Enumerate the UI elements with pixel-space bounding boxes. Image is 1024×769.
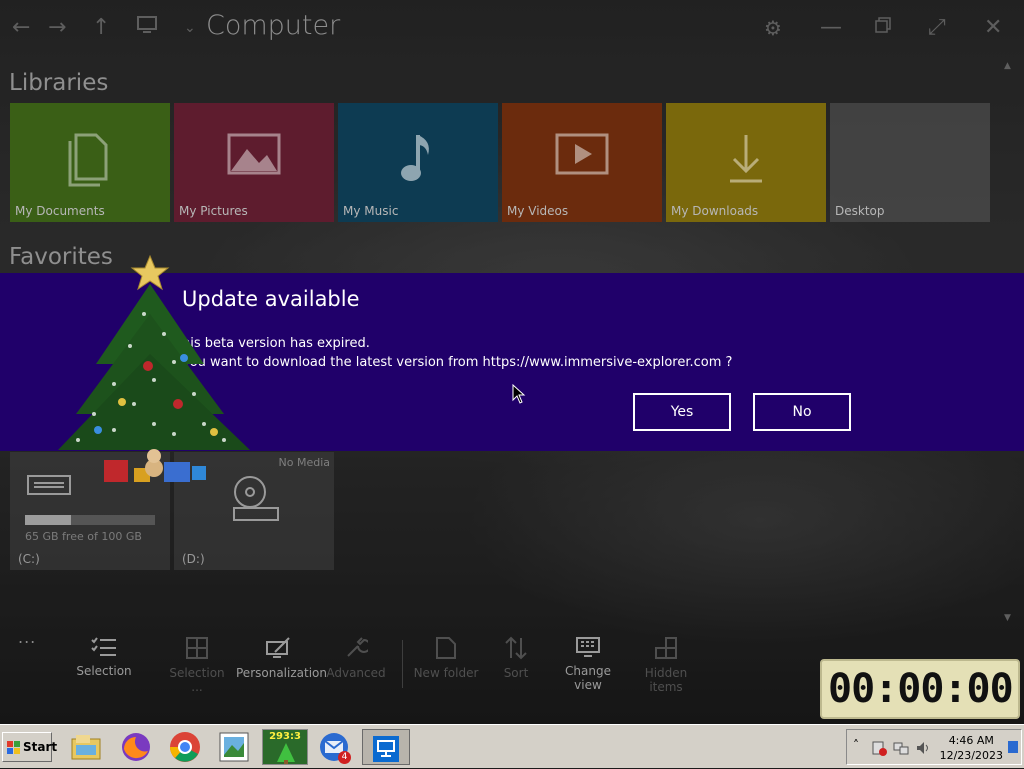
hidden-items-icon (655, 637, 677, 659)
library-tile-documents[interactable]: My Documents (10, 103, 170, 222)
volume-icon[interactable] (915, 740, 931, 756)
mouse-cursor-icon (512, 384, 526, 404)
toolbar-selection[interactable]: Selection (72, 636, 136, 678)
library-tile-pictures[interactable]: My Pictures (174, 103, 334, 222)
pictures-icon (227, 133, 281, 175)
downloads-icon (730, 135, 762, 183)
library-tile-videos[interactable]: My Videos (502, 103, 662, 222)
toolbar-label: New folder (413, 666, 479, 680)
christmas-tree-decoration (58, 254, 250, 482)
chevron-up-icon[interactable]: ˄ (853, 738, 859, 752)
thunderbird-icon[interactable]: 4 (316, 729, 352, 765)
taskbar-clock[interactable]: 4:46 AM 12/23/2023 (940, 733, 1003, 763)
forward-arrow-icon[interactable]: → (48, 14, 66, 42)
wrench-icon (347, 637, 368, 657)
toolbar-personalization[interactable]: Personalization (236, 636, 327, 680)
library-label: My Documents (15, 204, 105, 218)
system-tray: ˄ 4:46 AM 12/23/2023 (846, 729, 1022, 765)
restore-icon[interactable] (874, 14, 892, 42)
change-view-icon (576, 637, 600, 657)
library-tile-desktop[interactable]: Desktop (830, 103, 990, 222)
toolbar-divider (402, 640, 403, 688)
more-options-icon[interactable]: ... (18, 628, 36, 647)
pen-monitor-icon (266, 637, 290, 658)
drive-usage-bar (25, 515, 155, 525)
chrome-icon[interactable] (167, 729, 203, 765)
scroll-down-icon[interactable]: ▼ (1004, 604, 1011, 632)
file-manager-icon[interactable] (68, 729, 104, 765)
computer-icon[interactable] (136, 14, 158, 42)
library-tile-music[interactable]: My Music (338, 103, 498, 222)
toolbar-selection-more[interactable]: Selection ... (162, 636, 232, 694)
toolbar-hidden-items[interactable]: Hidden items (628, 636, 704, 694)
drive-label: (C:) (18, 552, 40, 566)
library-label: My Videos (507, 204, 569, 218)
documents-icon (68, 133, 108, 187)
no-button[interactable]: No (753, 393, 851, 431)
toolbar-new-folder[interactable]: New folder (412, 636, 480, 680)
up-arrow-icon[interactable]: ↑ (92, 14, 110, 42)
clock-date: 12/23/2023 (939, 749, 1003, 762)
clock-digits: 00:00:00 (828, 666, 1014, 712)
toolbar-label: Hidden items (644, 666, 688, 694)
image-viewer-icon[interactable] (216, 729, 252, 765)
start-button[interactable]: Start (2, 732, 57, 762)
toolbar-label: Selection ... (169, 666, 225, 694)
minimize-icon[interactable]: — (820, 14, 842, 42)
back-arrow-icon[interactable]: ← (12, 14, 30, 42)
mail-badge: 4 (338, 751, 351, 764)
tree-app-counter: 293:3 (269, 731, 301, 742)
taskbar: Start 293:3 4 ˄ 4:46 AM 12/23/2023 (0, 724, 1024, 768)
toolbar-advanced[interactable]: Advanced (326, 636, 386, 680)
clock-time: 4:46 AM (948, 734, 994, 747)
drive-status: No Media (278, 456, 331, 469)
toolbar-sort[interactable]: Sort (496, 636, 536, 680)
videos-icon (555, 133, 609, 175)
christmas-tree-app-icon[interactable]: 293:3 (262, 729, 308, 765)
new-folder-icon (436, 637, 456, 659)
library-tile-downloads[interactable]: My Downloads (666, 103, 826, 222)
toolbar-label: Personalization (236, 666, 327, 680)
gear-icon[interactable]: ⚙ (764, 14, 782, 42)
show-desktop-icon[interactable] (1007, 740, 1019, 754)
music-icon (401, 135, 429, 181)
library-label: My Pictures (179, 204, 248, 218)
checklist-icon (91, 637, 116, 656)
start-label: Start (23, 740, 58, 754)
grid-select-icon (186, 637, 208, 659)
toolbar-label: Change view (565, 664, 611, 692)
toolbar-change-view[interactable]: Change view (552, 636, 624, 692)
fullscreen-icon[interactable]: ⤢ (928, 14, 946, 42)
immersive-explorer-icon[interactable] (362, 729, 410, 765)
countdown-clock-widget[interactable]: 00:00:00 (820, 659, 1020, 719)
yes-button[interactable]: Yes (633, 393, 731, 431)
toolbar-label: Sort (503, 666, 529, 680)
window-title: Computer (206, 10, 341, 41)
sort-icon (505, 636, 527, 660)
chevron-down-icon[interactable]: ⌄ (184, 14, 196, 42)
library-label: My Music (343, 204, 399, 218)
network-icon[interactable] (893, 740, 909, 756)
library-label: My Downloads (671, 204, 759, 218)
toolbar-label: Advanced (326, 666, 386, 680)
firefox-icon[interactable] (118, 729, 154, 765)
scroll-up-icon[interactable]: ▲ (1004, 52, 1011, 80)
close-icon[interactable]: ✕ (984, 14, 1002, 42)
library-label: Desktop (835, 204, 885, 218)
libraries-heading: Libraries (9, 70, 109, 96)
drive-usage-fill (25, 515, 71, 525)
toolbar-label: Selection (76, 664, 132, 678)
drive-label: (D:) (182, 552, 205, 566)
windows-logo-icon (7, 733, 21, 761)
network-error-icon[interactable] (871, 740, 887, 756)
dialog-message-line2: you want to download the latest version … (182, 355, 733, 370)
drive-free-space: 65 GB free of 100 GB (25, 530, 142, 543)
